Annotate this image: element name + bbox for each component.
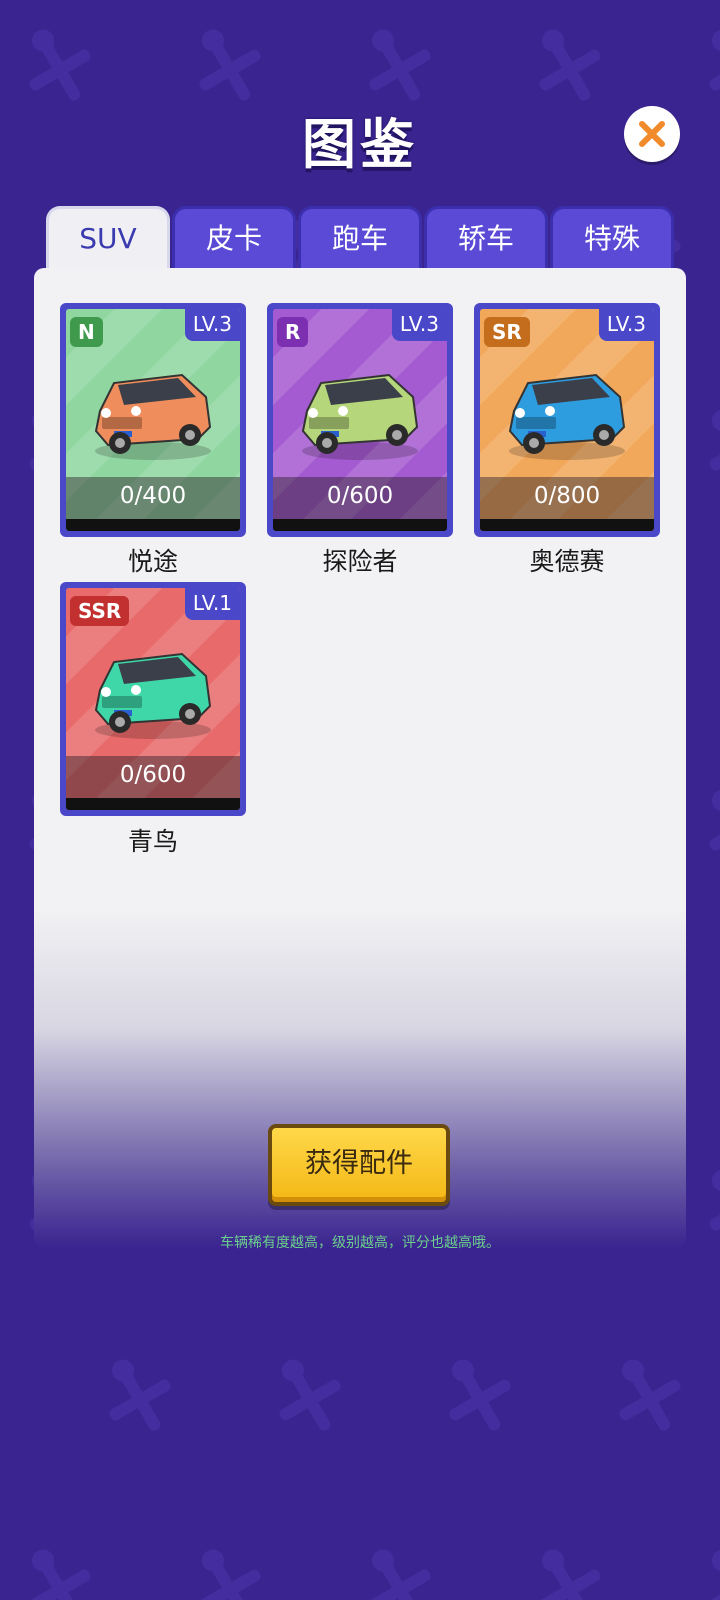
category-tabs: SUV 皮卡 跑车 轿车 特殊 <box>46 206 676 275</box>
card-body: SSR LV.1 0/600 <box>66 588 240 810</box>
rarity-badge: N <box>70 317 103 347</box>
rarity-badge: R <box>277 317 309 347</box>
progress-bar <box>66 519 240 531</box>
progress-box: 0/400 <box>66 477 240 531</box>
close-icon <box>639 121 665 147</box>
tab-sedan[interactable]: 轿车 <box>424 206 548 271</box>
tab-sports-car[interactable]: 跑车 <box>298 206 422 271</box>
car-image <box>508 373 626 460</box>
rarity-badge: SSR <box>70 596 130 626</box>
tab-pickup[interactable]: 皮卡 <box>172 206 296 271</box>
rarity-badge: SR <box>484 317 530 347</box>
progress-text: 0/600 <box>119 762 187 788</box>
car-card[interactable]: R LV.3 0/600 <box>267 303 453 537</box>
hint-text: 车辆稀有度越高，级别越高，评分也越高哦。 <box>220 1235 500 1251</box>
progress-bar <box>480 519 654 531</box>
tab-suv[interactable]: SUV <box>46 206 170 275</box>
car-name: 青鸟 <box>127 827 178 856</box>
tab-label: 轿车 <box>457 222 514 255</box>
close-button[interactable] <box>624 106 680 162</box>
car-card[interactable]: N LV.3 0/400 <box>60 303 246 537</box>
progress-text: 0/600 <box>326 483 394 509</box>
page-title: 图鉴 <box>302 113 418 176</box>
tab-label: 跑车 <box>331 222 388 255</box>
tab-label: 特殊 <box>583 222 640 255</box>
car-name: 奥德赛 <box>529 547 605 576</box>
car-image <box>301 373 419 460</box>
car-name: 悦途 <box>127 547 178 576</box>
level-badge: LV.3 <box>391 309 447 341</box>
progress-text: 0/400 <box>119 483 187 509</box>
car-card[interactable]: SR LV.3 0/800 <box>474 303 660 537</box>
car-image <box>94 373 212 460</box>
get-parts-button[interactable]: 获得配件 <box>268 1124 450 1206</box>
tab-special[interactable]: 特殊 <box>550 206 674 271</box>
progress-bar <box>273 519 447 531</box>
tab-label: SUV <box>79 222 137 255</box>
card-body: R LV.3 0/600 <box>273 309 447 531</box>
level-badge: LV.3 <box>184 309 240 341</box>
tab-label: 皮卡 <box>205 222 262 255</box>
level-badge: LV.1 <box>184 588 240 620</box>
progress-box: 0/800 <box>480 477 654 531</box>
progress-box: 0/600 <box>66 756 240 810</box>
level-badge: LV.3 <box>598 309 654 341</box>
card-body: N LV.3 0/400 <box>66 309 240 531</box>
card-body: SR LV.3 0/800 <box>480 309 654 531</box>
car-name: 探险者 <box>322 547 398 576</box>
progress-bar <box>66 798 240 810</box>
car-image <box>94 652 212 739</box>
car-card[interactable]: SSR LV.1 0/600 <box>60 582 246 816</box>
progress-box: 0/600 <box>273 477 447 531</box>
progress-text: 0/800 <box>533 483 601 509</box>
